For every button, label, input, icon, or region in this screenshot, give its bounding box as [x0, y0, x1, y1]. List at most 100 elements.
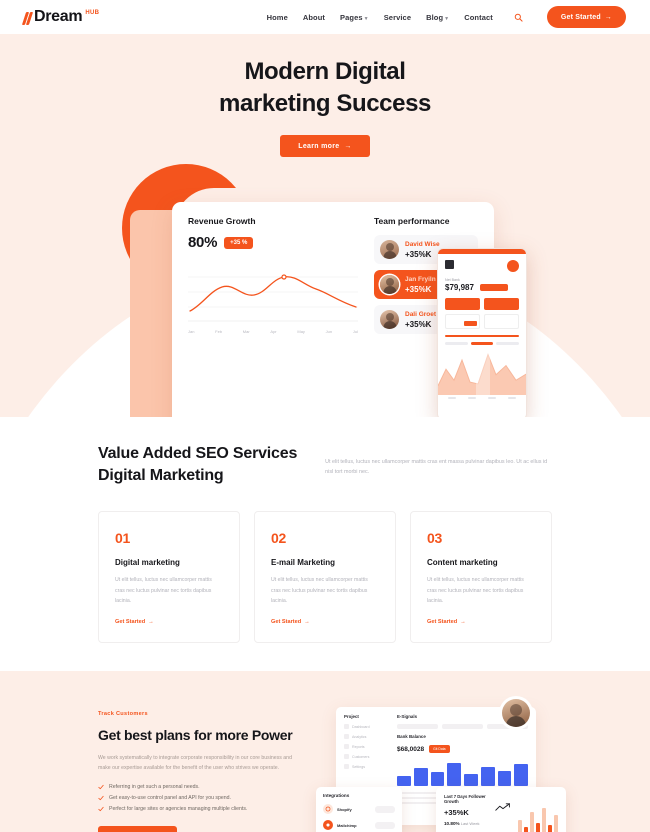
service-text: Ut elit tellus, luctus nec ullamcorper m… [271, 577, 368, 604]
phone-chart-axis [438, 395, 526, 401]
integration-toggle[interactable] [375, 821, 395, 829]
revenue-panel: Revenue Growth 80% +35 % Jan Feb Mar Apr… [188, 216, 358, 334]
checklist-item: Referring in get such a personal needs. [98, 784, 304, 790]
integration-toggle[interactable] [375, 805, 395, 813]
nav-label: Contact [464, 12, 493, 22]
service-number: 01 [115, 530, 130, 547]
service-get-started-link[interactable]: Get Started → [115, 619, 154, 625]
integration-name: Mailchimp [337, 822, 357, 828]
integration-name: Shopify [337, 806, 352, 812]
nav-item-contact[interactable]: Contact [464, 13, 493, 22]
seo-heading: Value Added SEO Services Digital Marketi… [98, 445, 298, 485]
nav-label: About [302, 12, 326, 22]
phone-app-logo-icon [445, 260, 454, 269]
plans-learn-more-button[interactable]: Learn more → [98, 825, 178, 832]
phone-action-chip[interactable] [479, 284, 508, 291]
team-member-value: +35%K [405, 284, 432, 294]
integrations-card: Integrations Shopify Mailchimp [316, 787, 402, 832]
logo[interactable]: Dream HUB [21, 9, 100, 25]
axis-tick: Jan [188, 329, 195, 334]
service-get-started-link[interactable]: Get Started → [427, 619, 466, 625]
hero-button-label: Learn more [298, 142, 340, 150]
plans-paragraph: We work systematically to integrate corp… [98, 754, 292, 771]
phone-tile[interactable] [445, 298, 480, 310]
service-cards: 01 Digital marketing Ut elit tellus, luc… [98, 511, 552, 644]
nav-item-pages[interactable]: Pages▼ [340, 13, 369, 22]
axis-tick: Jun [325, 329, 333, 334]
integration-row[interactable]: Shopify [323, 804, 395, 815]
check-icon [98, 795, 104, 800]
team-member-name: David Wise [405, 240, 440, 248]
mockup-sidebar-item[interactable]: Customers [344, 754, 390, 760]
main-nav: Home About Pages▼ Service Blog▼ Contact … [267, 6, 626, 28]
plans-heading: Get best plans for more Power [98, 727, 293, 744]
axis-tick: Feb [215, 329, 223, 334]
avatar [380, 240, 399, 259]
seo-paragraph: Ut elit tellus, luctus nec ullamcorper m… [325, 459, 548, 476]
service-get-started-link[interactable]: Get Started → [271, 619, 310, 625]
integration-row[interactable]: Mailchimp [323, 820, 395, 831]
page-title: Modern Digital marketing Success [0, 56, 650, 119]
arrow-right-icon: → [604, 13, 612, 21]
arrow-right-icon: → [460, 619, 466, 626]
mockup-bar-chart [397, 760, 528, 787]
get-started-button[interactable]: Get Started → [546, 6, 626, 28]
mockup-sidebar-item[interactable]: Settings [344, 764, 390, 770]
nav-item-about[interactable]: About [303, 13, 325, 22]
revenue-value: 80% [188, 234, 218, 251]
phone-panel [445, 314, 480, 329]
phone-tabbar [445, 342, 520, 345]
arrow-right-icon: → [304, 619, 310, 626]
hero-title-line-1: Modern Digital [244, 58, 406, 85]
phone-area-chart [438, 349, 526, 411]
arrow-right-icon: → [344, 142, 352, 150]
link-label: Get Started [115, 619, 146, 626]
service-card[interactable]: 01 Digital marketing Ut elit tellus, luc… [98, 511, 240, 644]
item-label: Dashboard [352, 724, 370, 729]
nav-item-service[interactable]: Service [384, 13, 411, 22]
item-label: Settings [352, 764, 365, 769]
checklist-label: Get easy-to-use control panel and API fo… [109, 794, 231, 801]
axis-tick: Apr [270, 329, 277, 334]
follower-growth-title: Last 7 Days Follower Growth [444, 794, 486, 805]
avatar [380, 275, 399, 294]
item-label: Analytics [352, 734, 367, 739]
site-header: Dream HUB Home About Pages▼ Service Blog… [0, 0, 650, 34]
team-member-name: Dali Groet [405, 310, 437, 318]
team-member-value: +35%K [405, 249, 432, 259]
mockup-sidebar-item[interactable]: Reports [344, 744, 390, 750]
team-member-name: Jan Fryiln [405, 275, 436, 283]
plans-copy: Track Customers Get best plans for more … [98, 711, 304, 832]
mockup-sidebar-title: Project [344, 714, 359, 720]
nav-label: Service [383, 12, 412, 22]
mockup-sidebar-item[interactable]: Dashboard [344, 724, 390, 730]
nav-label: Home [266, 12, 288, 22]
logo-superscript: HUB [85, 10, 100, 16]
avatar [502, 699, 530, 728]
phone-tile[interactable] [484, 298, 519, 310]
service-card[interactable]: 03 Content marketing Ut elit tellus, luc… [410, 511, 552, 644]
service-number: 02 [271, 530, 286, 547]
follower-growth-card: Last 7 Days Follower Growth +35%K 10.80%… [436, 787, 566, 832]
hero-section: Modern Digital marketing Success Learn m… [0, 34, 650, 417]
mockup-body-sub: Bank Balance [397, 734, 426, 740]
mockup-sidebar-item[interactable]: Analytics [344, 734, 390, 740]
get-started-label: Get Started [560, 13, 601, 21]
integrations-title: Integrations [323, 793, 350, 799]
nav-label: Pages [340, 12, 363, 22]
revenue-axis: Jan Feb Mar Apr May Jun Jul [188, 329, 358, 334]
phone-divider [445, 335, 519, 337]
seo-services-section: Value Added SEO Services Digital Marketi… [0, 417, 650, 644]
service-card[interactable]: 02 E-mail Marketing Ut elit tellus, luct… [254, 511, 396, 644]
follower-growth-value: +35%K [444, 808, 469, 818]
search-button[interactable] [512, 10, 526, 24]
nav-item-blog[interactable]: Blog▼ [426, 13, 449, 22]
item-label: Reports [352, 744, 365, 749]
checklist-item: Perfect for large sites or agencies mana… [98, 806, 304, 812]
plans-illustration: Project Dashboard Analytics Reports Cust… [316, 699, 566, 832]
chevron-down-icon: ▼ [444, 15, 450, 22]
service-text: Ut elit tellus, luctus nec ullamcorper m… [115, 577, 212, 604]
checklist-label: Perfect for large sites or agencies mana… [109, 805, 248, 812]
mockup-chip: Git Data [429, 745, 450, 754]
nav-item-home[interactable]: Home [267, 13, 288, 22]
